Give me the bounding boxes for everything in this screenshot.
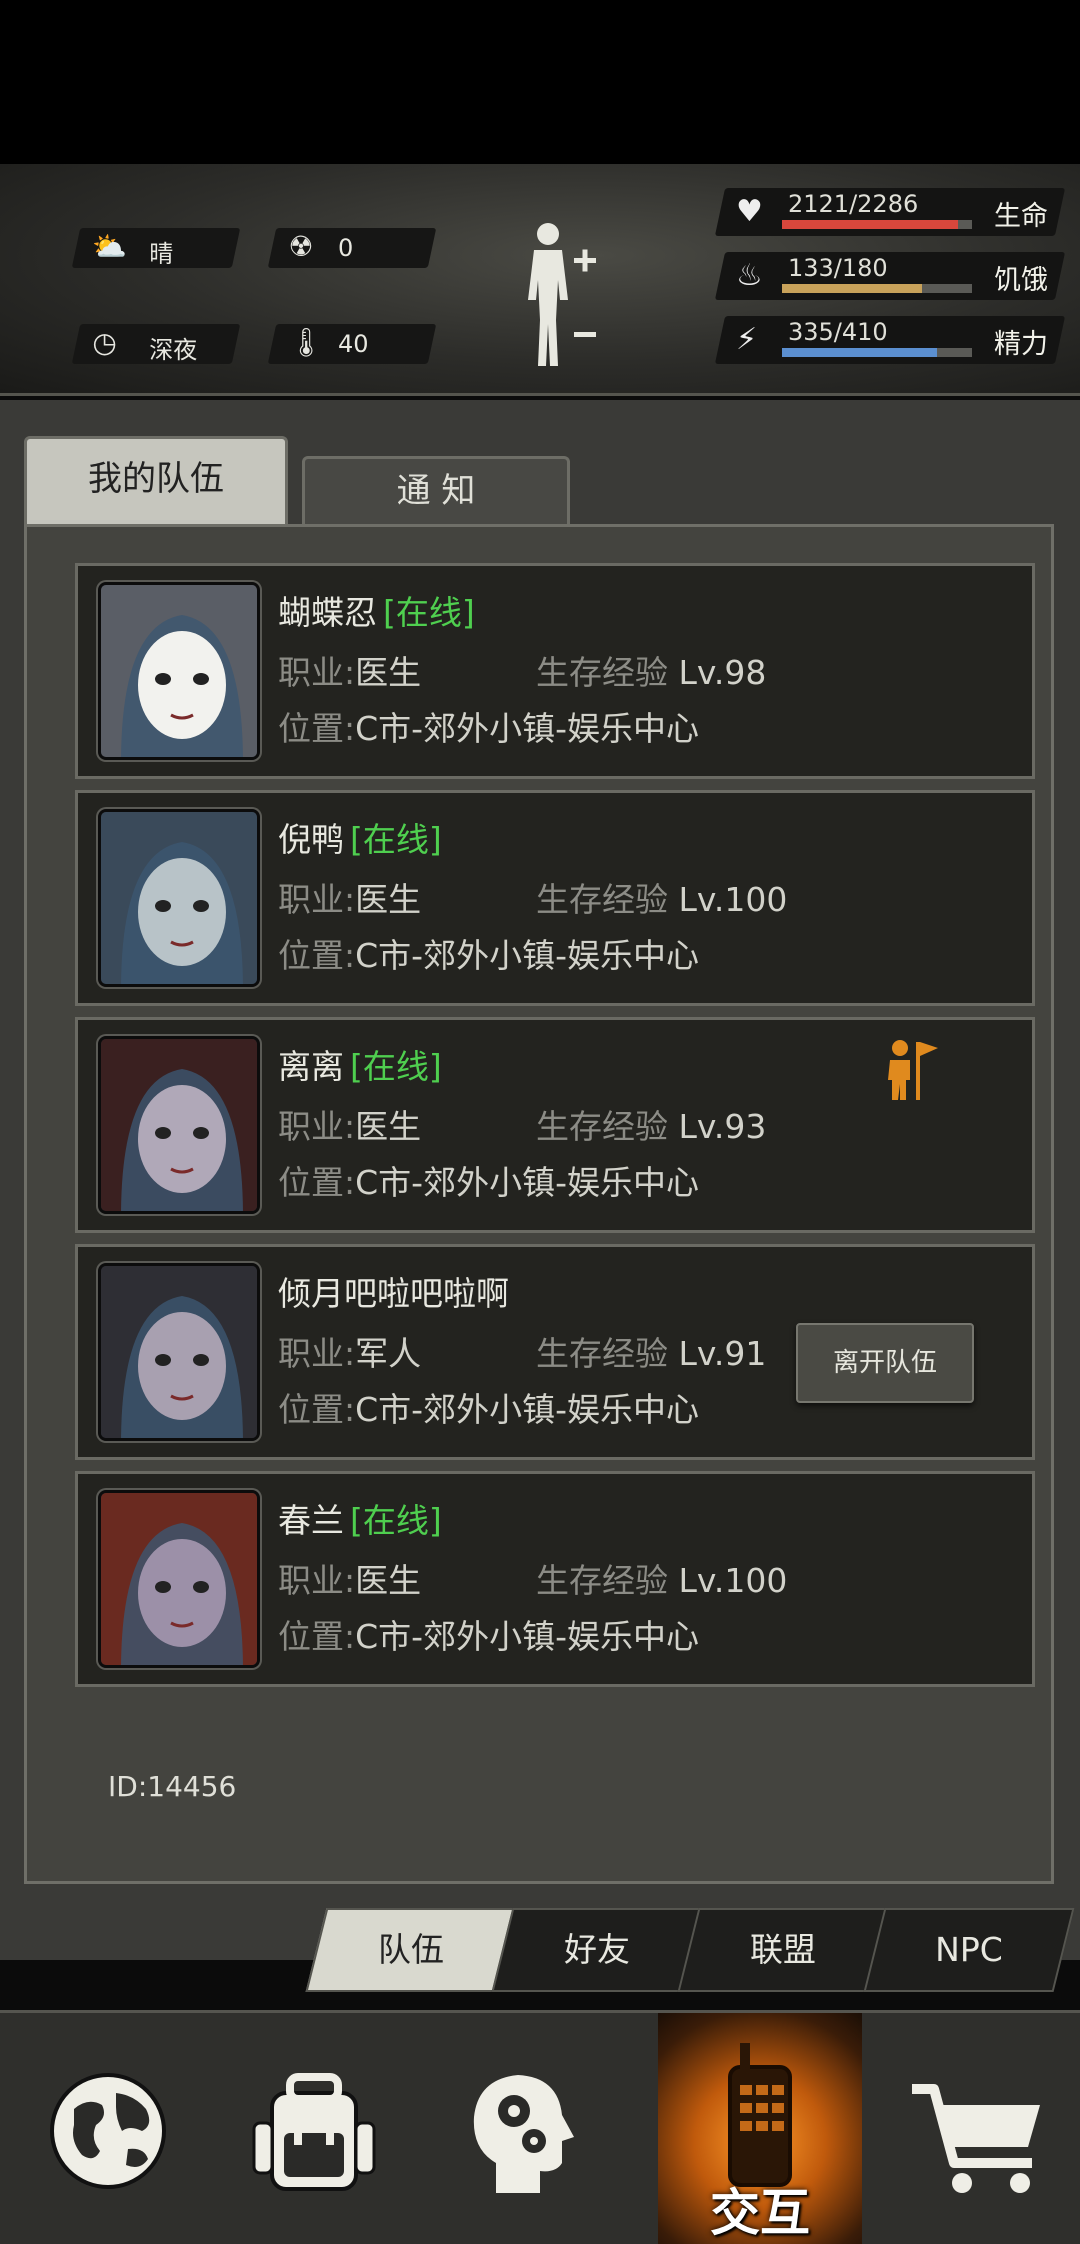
member-location: 位置:C市-郊外小镇-娱乐中心 — [278, 709, 699, 748]
weather-sun-cloud-icon: ⛅ — [92, 230, 128, 263]
nav-skills[interactable] — [416, 2013, 620, 2244]
member-name: 离离 [在线] — [278, 1047, 442, 1086]
player-id: ID:14456 — [108, 1770, 237, 1803]
globe-icon — [50, 2073, 166, 2189]
member-name: 倪鸭 [在线] — [278, 820, 442, 859]
clock-icon: ◷ — [92, 326, 117, 359]
energy-label: 精力 — [994, 329, 1048, 360]
subtab-npc[interactable]: NPC — [863, 1908, 1075, 1992]
member-card[interactable]: 倪鸭 [在线] 职业:医生 生存经验 Lv.100 位置:C市-郊外小镇-娱乐中心 — [75, 790, 1035, 1006]
health-stat: ♥ 2121/2286 生命 — [714, 188, 1066, 236]
member-exp: 生存经验 Lv.91 — [536, 1334, 767, 1373]
online-status: [在线] — [383, 593, 475, 632]
member-card[interactable]: 倾月吧啦吧啦啊 职业:军人 生存经验 Lv.91 位置:C市-郊外小镇-娱乐中心 离开队… — [75, 1244, 1035, 1460]
member-avatar[interactable] — [98, 582, 260, 760]
health-value: 2121/2286 — [788, 190, 919, 218]
nav-interact[interactable]: 交互 — [658, 2013, 862, 2244]
health-label: 生命 — [994, 201, 1048, 232]
member-job: 职业:医生 — [278, 653, 422, 692]
subtab-alliance[interactable]: 联盟 — [677, 1908, 889, 1992]
stomach-icon: ♨ — [736, 258, 763, 293]
member-job: 职业:医生 — [278, 880, 422, 919]
team-panel: 蝴蝶忍 [在线] 职业:医生 生存经验 Lv.98 位置:C市-郊外小镇-娱乐中心 倪鸭[… — [24, 524, 1054, 1884]
member-exp: 生存经验 Lv.93 — [536, 1107, 767, 1146]
online-status: [在线] — [350, 1047, 442, 1086]
member-avatar[interactable] — [98, 1490, 260, 1668]
head-energy-icon: ⚡ — [736, 322, 758, 357]
energy-stat: ⚡ 335/410 精力 — [714, 316, 1066, 364]
weather-text: 晴 — [149, 240, 174, 268]
member-avatar[interactable] — [98, 1036, 260, 1214]
member-list[interactable]: 蝴蝶忍 [在线] 职业:医生 生存经验 Lv.98 位置:C市-郊外小镇-娱乐中心 倪鸭[… — [75, 563, 1035, 1699]
member-avatar[interactable] — [98, 1263, 260, 1441]
nav-shop[interactable] — [872, 2013, 1076, 2244]
member-location: 位置:C市-郊外小镇-娱乐中心 — [278, 1617, 699, 1656]
hunger-label: 饥饿 — [994, 265, 1048, 296]
nav-map[interactable] — [4, 2013, 208, 2244]
member-job: 职业:医生 — [278, 1561, 422, 1600]
health-bar — [782, 220, 972, 229]
member-exp: 生存经验 Lv.100 — [536, 1561, 788, 1600]
hunger-stat: ♨ 133/180 饥饿 — [714, 252, 1066, 300]
system-status-bar — [0, 0, 1080, 164]
hunger-bar — [782, 284, 972, 293]
member-card[interactable]: 春兰 [在线] 职业:医生 生存经验 Lv.100 位置:C市-郊外小镇-娱乐中心 — [75, 1471, 1035, 1687]
energy-bar — [782, 348, 972, 357]
subtab-friends[interactable]: 好友 — [491, 1908, 703, 1992]
online-status: [在线] — [350, 1501, 442, 1540]
social-subtabs: 队伍 好友 联盟 NPC — [296, 1908, 1075, 1992]
body-status-icon[interactable] — [520, 220, 600, 370]
tab-my-team[interactable]: 我的队伍 — [24, 436, 288, 526]
member-location: 位置:C市-郊外小镇-娱乐中心 — [278, 1390, 699, 1429]
bottom-nav: 交互 — [0, 2010, 1080, 2244]
member-job: 职业:军人 — [278, 1334, 422, 1373]
backpack-icon — [252, 2073, 376, 2191]
member-location: 位置:C市-郊外小镇-娱乐中心 — [278, 936, 699, 975]
temperature-indicator: 🌡 40 — [267, 324, 437, 364]
subtab-team[interactable]: 队伍 — [305, 1908, 517, 1992]
nav-backpack[interactable] — [210, 2013, 414, 2244]
heart-icon: ♥ — [736, 194, 763, 229]
member-exp: 生存经验 Lv.100 — [536, 880, 788, 919]
temperature-value: 40 — [338, 330, 369, 358]
member-location: 位置:C市-郊外小镇-娱乐中心 — [278, 1163, 699, 1202]
thermometer-icon: 🌡 — [288, 326, 324, 359]
tab-notice[interactable]: 通 知 — [302, 456, 570, 524]
radiation-icon: ☢ — [288, 230, 314, 263]
leave-team-button[interactable]: 离开队伍 — [796, 1323, 974, 1403]
weather-indicator: ⛅ 晴 — [71, 228, 241, 268]
cart-icon — [912, 2084, 1040, 2193]
status-header: ⛅ 晴 ☢ 0 ◷ 深夜 🌡 40 ♥ 2121/2286 生命 ♨ 133/1… — [0, 164, 1080, 396]
member-name: 春兰 [在线] — [278, 1501, 442, 1540]
time-text: 深夜 — [149, 336, 198, 364]
member-avatar[interactable] — [98, 809, 260, 987]
radiation-indicator: ☢ 0 — [267, 228, 437, 268]
online-status: [在线] — [350, 820, 442, 859]
hunger-value: 133/180 — [788, 254, 888, 282]
main-area: 我的队伍 通 知 蝴蝶忍 [在线] 职业:医生 生存经验 Lv.98 位置:C市-郊外小… — [0, 400, 1080, 1960]
member-job: 职业:医生 — [278, 1107, 422, 1146]
nav-interact-label: 交互 — [710, 2184, 810, 2242]
member-name: 蝴蝶忍 [在线] — [278, 593, 475, 632]
member-exp: 生存经验 Lv.98 — [536, 653, 767, 692]
radiation-value: 0 — [338, 234, 354, 262]
member-card[interactable]: 离离 [在线] 职业:医生 生存经验 Lv.93 位置:C市-郊外小镇-娱乐中心 — [75, 1017, 1035, 1233]
member-name: 倾月吧啦吧啦啊 — [278, 1274, 509, 1313]
member-card[interactable]: 蝴蝶忍 [在线] 职业:医生 生存经验 Lv.98 位置:C市-郊外小镇-娱乐中心 — [75, 563, 1035, 779]
energy-value: 335/410 — [788, 318, 888, 346]
head-gear-icon — [473, 2075, 574, 2193]
team-leader-flag-icon — [888, 1040, 938, 1100]
time-indicator: ◷ 深夜 — [71, 324, 241, 364]
